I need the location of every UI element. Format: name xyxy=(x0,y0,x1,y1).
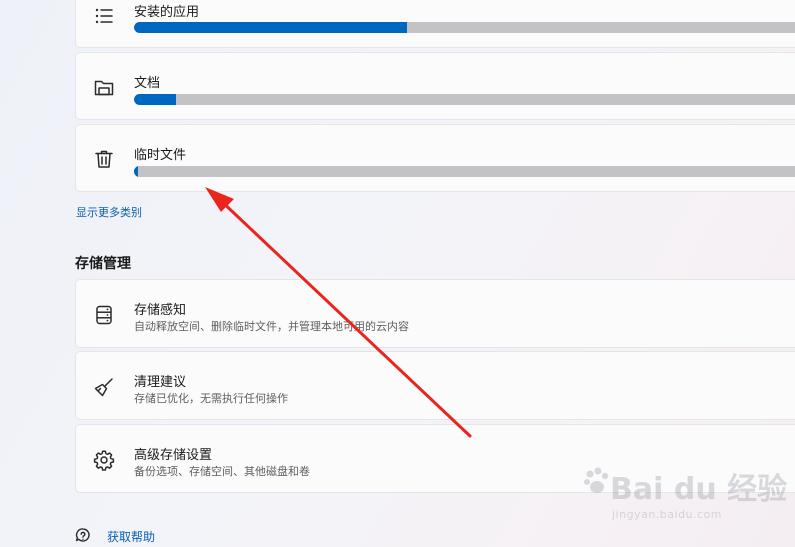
storage-drive-icon xyxy=(93,304,115,326)
category-card-installed-apps[interactable]: 安装的应用 xyxy=(75,0,795,48)
cleanup-recommendations-title: 清理建议 xyxy=(134,375,187,390)
usage-bar xyxy=(134,22,795,33)
list-icon xyxy=(93,5,115,27)
watermark: Bai du 经验 jingyan.baidu.com xyxy=(582,458,787,528)
watermark-url: jingyan.baidu.com xyxy=(612,508,723,521)
show-more-categories-link[interactable]: 显示更多类别 xyxy=(76,204,142,220)
category-card-documents[interactable]: 文档 xyxy=(75,52,795,120)
category-label: 文档 xyxy=(134,76,161,91)
usage-bar-fill xyxy=(134,94,176,105)
advanced-storage-settings-title: 高级存储设置 xyxy=(134,448,213,463)
folder-icon xyxy=(93,76,115,98)
category-label: 临时文件 xyxy=(134,148,187,163)
cleanup-recommendations-card[interactable]: 清理建议 存储已优化，无需执行任何操作 xyxy=(75,351,795,420)
paw-logo-icon xyxy=(584,467,609,493)
broom-icon xyxy=(93,376,115,398)
help-icon[interactable] xyxy=(74,527,92,545)
get-help-link[interactable]: 获取帮助 xyxy=(107,528,155,545)
gear-icon xyxy=(93,449,115,471)
storage-sense-title: 存储感知 xyxy=(134,303,187,318)
trash-icon xyxy=(93,148,115,170)
category-label: 安装的应用 xyxy=(134,5,200,20)
usage-bar xyxy=(134,166,795,177)
section-title-storage-management: 存储管理 xyxy=(75,256,131,272)
usage-bar-fill xyxy=(134,166,139,177)
advanced-storage-settings-description: 备份选项、存储空间、其他磁盘和卷 xyxy=(134,465,310,478)
usage-bar xyxy=(134,94,795,105)
usage-bar-fill xyxy=(134,22,407,33)
storage-sense-description: 自动释放空间、删除临时文件，并管理本地可用的云内容 xyxy=(134,320,409,333)
cleanup-recommendations-description: 存储已优化，无需执行任何操作 xyxy=(134,392,288,405)
category-card-temp-files[interactable]: 临时文件 xyxy=(75,124,795,192)
storage-sense-card[interactable]: 存储感知 自动释放空间、删除临时文件，并管理本地可用的云内容 xyxy=(75,279,795,348)
watermark-brand: Bai du 经验 xyxy=(610,472,788,507)
